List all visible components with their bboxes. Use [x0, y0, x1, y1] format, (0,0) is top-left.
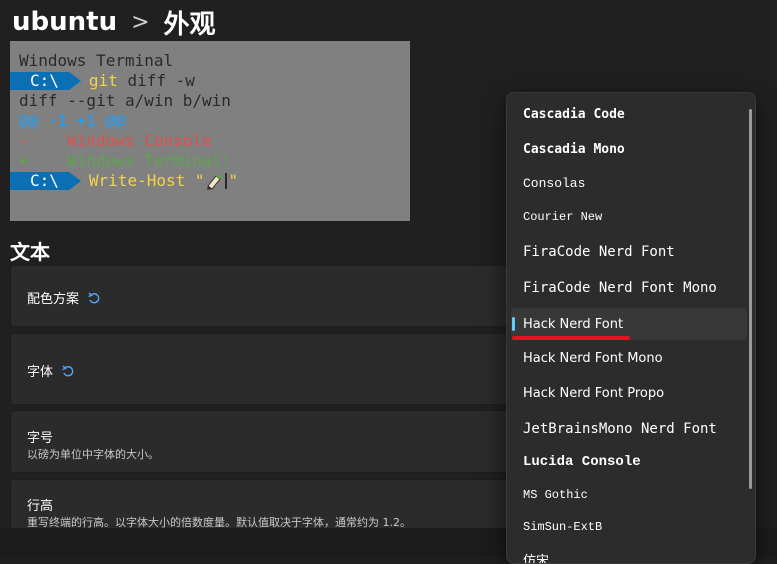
- preview-command: git: [88, 71, 118, 90]
- breadcrumb-profile[interactable]: ubuntu: [12, 7, 117, 37]
- font-size-description: 以磅为单位中字体的大小。: [27, 448, 159, 461]
- terminal-preview: Windows Terminal C:\ git diff -w diff --g…: [10, 41, 410, 221]
- font-option-hack-nerd-font-mono[interactable]: Hack Nerd Font Mono: [511, 342, 747, 374]
- prompt-arrow: [68, 172, 81, 190]
- font-option-cascadia-code[interactable]: Cascadia Code: [511, 98, 747, 130]
- font-option-lucida-console[interactable]: Lucida Console: [511, 446, 747, 478]
- prompt-segment: C:\: [10, 71, 69, 90]
- preview-line: diff --git a/win b/win: [19, 91, 231, 110]
- font-face-dropdown-list[interactable]: Cascadia Code Cascadia Mono Consolas Cou…: [506, 92, 756, 564]
- font-option-firacode-nerd-font[interactable]: FiraCode Nerd Font: [511, 236, 747, 268]
- preview-command: Write-Host: [88, 171, 186, 190]
- page-title: 外观: [163, 9, 216, 40]
- line-height-label: 行高: [27, 499, 54, 514]
- font-option-cascadia-mono[interactable]: Cascadia Mono: [511, 133, 747, 165]
- font-option-jetbrainsmono-nerd-font[interactable]: JetBrainsMono Nerd Font: [511, 413, 747, 445]
- text-cursor: [224, 173, 227, 189]
- reset-icon[interactable]: [61, 364, 75, 378]
- dropdown-scrollbar[interactable]: [749, 109, 752, 489]
- font-option-fangsong[interactable]: 仿宋: [511, 543, 747, 564]
- preview-line: C:\ git diff -w: [10, 71, 410, 91]
- preview-added: + Windows Terminal!: [19, 151, 231, 170]
- preview-line: Windows Terminal: [19, 51, 174, 70]
- font-face-setting[interactable]: 字体: [10, 333, 530, 405]
- preview-string-close: ": [228, 171, 239, 190]
- breadcrumb: ubuntu > 外观: [12, 4, 216, 40]
- font-option-label: Hack Nerd Font: [523, 316, 624, 332]
- preview-args: diff -w: [117, 71, 195, 90]
- section-title: 文本: [10, 240, 50, 264]
- prompt-arrow: [68, 72, 81, 90]
- chevron-right-icon: >: [131, 9, 150, 35]
- preview-hunk: @@ -1 +1 @@: [19, 111, 125, 130]
- font-option-simsun-extb[interactable]: SimSun-ExtB: [511, 511, 747, 543]
- font-option-hack-nerd-font-propo[interactable]: Hack Nerd Font Propo: [511, 377, 747, 409]
- selection-indicator: [512, 317, 515, 331]
- preview-line: @@ -1 +1 @@: [10, 111, 410, 131]
- preview-line: + Windows Terminal!: [10, 151, 410, 171]
- prompt-segment: C:\: [10, 171, 69, 190]
- color-scheme-label: 配色方案: [27, 292, 80, 307]
- reset-icon[interactable]: [87, 291, 101, 305]
- font-option-consolas[interactable]: Consolas: [511, 167, 747, 199]
- font-size-setting[interactable]: 字号 以磅为单位中字体的大小。: [10, 410, 530, 473]
- preview-string-open: ": [185, 171, 205, 190]
- font-size-label: 字号: [27, 431, 54, 446]
- preview-line: C:\ Write-Host " ": [10, 171, 410, 191]
- pencil-icon: [206, 174, 222, 190]
- annotation-underline: [512, 336, 630, 340]
- preview-removed: - Windows Console: [19, 131, 212, 150]
- color-scheme-setting[interactable]: 配色方案: [10, 265, 530, 327]
- font-option-courier-new[interactable]: Courier New: [511, 201, 747, 233]
- preview-line: - Windows Console: [10, 131, 410, 151]
- font-option-firacode-nerd-font-mono[interactable]: FiraCode Nerd Font Mono: [511, 272, 747, 304]
- font-face-label: 字体: [27, 365, 54, 380]
- font-option-ms-gothic[interactable]: MS Gothic: [511, 479, 747, 511]
